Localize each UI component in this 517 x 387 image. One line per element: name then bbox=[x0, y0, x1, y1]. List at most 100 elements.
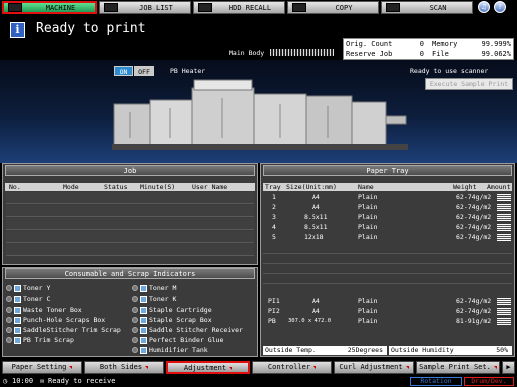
receiver-icon bbox=[140, 326, 147, 334]
consumable-saddlestitcher-trim-scrap[interactable]: SaddleStitcher Trim Scrap bbox=[6, 326, 121, 335]
tab-hdd-recall[interactable]: HDD RECALL bbox=[193, 1, 285, 14]
clock-icon: ◷ bbox=[3, 377, 8, 385]
orig-count-value: 0 bbox=[402, 39, 426, 49]
adjustment-button[interactable]: Adjustment bbox=[166, 361, 250, 374]
job-col-mode: Mode bbox=[63, 183, 79, 191]
consumable-punch-hole-scraps[interactable]: Punch-Hole Scraps Box bbox=[6, 316, 105, 325]
help-button[interactable]: ? bbox=[494, 1, 506, 13]
consumables-title: Consumable and Scrap Indicators bbox=[5, 268, 255, 279]
dropdown-arrow-icon bbox=[145, 365, 149, 369]
status-dot-icon bbox=[6, 296, 12, 302]
tray-empty-area bbox=[263, 244, 512, 293]
sample-print-set-button[interactable]: Sample Print Set. bbox=[416, 361, 500, 374]
memory-value: 99.999% bbox=[474, 39, 513, 49]
controller-button[interactable]: Controller bbox=[252, 361, 332, 374]
paper-setting-button[interactable]: Paper Setting bbox=[2, 361, 82, 374]
outside-temp-box: Outside Temp. 25Degrees bbox=[263, 346, 387, 355]
status-time: 10:00 bbox=[12, 377, 34, 385]
job-row[interactable] bbox=[6, 218, 254, 230]
staple-icon bbox=[140, 306, 147, 314]
tray-col-size: Size(Unit:mm) bbox=[286, 183, 337, 191]
machine-scanner bbox=[193, 79, 253, 91]
toner-icon bbox=[14, 284, 21, 292]
execute-sample-print-button[interactable]: Execute Sample Print bbox=[425, 78, 513, 90]
machine-base bbox=[112, 144, 408, 150]
list-icon bbox=[104, 3, 118, 12]
file-amount-value: 99.062% bbox=[474, 49, 513, 59]
curl-adjustment-button[interactable]: Curl Adjustment bbox=[334, 361, 414, 374]
consumable-staple-scrap-box[interactable]: Staple Scrap Box bbox=[132, 316, 212, 325]
consumable-humidifier-tank[interactable]: Humidifier Tank bbox=[132, 346, 208, 355]
job-row[interactable] bbox=[6, 244, 254, 256]
job-row[interactable] bbox=[6, 192, 254, 204]
consumable-waste-toner-box[interactable]: Waste Toner Box bbox=[6, 306, 82, 315]
toner-icon bbox=[14, 295, 21, 303]
punch-icon bbox=[14, 316, 21, 324]
glue-icon bbox=[140, 336, 147, 344]
scan-icon bbox=[386, 3, 400, 12]
machine-unit-5 bbox=[305, 95, 353, 147]
tray-row-pi2[interactable]: PI2 A4 Plain 62-74g/m2 bbox=[264, 307, 513, 316]
status-dot-icon bbox=[6, 317, 12, 323]
consumable-toner-c[interactable]: Toner C bbox=[6, 295, 50, 304]
pb-heater-on-button[interactable]: ON bbox=[114, 66, 133, 76]
main-body-gauge bbox=[270, 49, 334, 56]
scanner-status: Ready to use scanner bbox=[410, 67, 489, 75]
consumable-saddle-stitcher-receiver[interactable]: Saddle Stitcher Receiver bbox=[132, 326, 243, 335]
consumable-toner-y[interactable]: Toner Y bbox=[6, 284, 50, 293]
tray-row-3[interactable]: 3 8.5x11 Plain 62-74g/m2 bbox=[264, 213, 513, 222]
tray-row-1[interactable]: 1 A4 Plain 62-74g/m2 bbox=[264, 193, 513, 202]
tray-row-4[interactable]: 4 8.5x11 Plain 62-74g/m2 bbox=[264, 223, 513, 232]
pb-heater-off-button[interactable]: OFF bbox=[134, 66, 154, 76]
rotation-indicator: Rotation bbox=[410, 377, 462, 386]
dropdown-arrow-icon bbox=[405, 365, 409, 369]
paper-amount-gauge bbox=[497, 204, 511, 211]
speaker-icon[interactable]: ♫ bbox=[478, 1, 490, 13]
status-dot-icon bbox=[6, 337, 12, 343]
job-col-user: User Name bbox=[192, 183, 228, 191]
staple-icon bbox=[140, 316, 147, 324]
toner-icon bbox=[140, 284, 147, 292]
tab-job-list[interactable]: JOB LIST bbox=[99, 1, 191, 14]
next-page-button[interactable]: ▶ bbox=[502, 361, 515, 374]
status-dot-icon bbox=[132, 307, 138, 313]
main-body-label: Main Body bbox=[229, 49, 265, 57]
machine-unit-3 bbox=[191, 87, 255, 147]
file-amount-label: File Amount bbox=[430, 49, 474, 68]
consumable-perfect-binder-glue[interactable]: Perfect Binder Glue bbox=[132, 336, 223, 345]
consumable-toner-k[interactable]: Toner K bbox=[132, 295, 176, 304]
status-dot-icon bbox=[132, 337, 138, 343]
tray-row-pi1[interactable]: PI1 A4 Plain 62-74g/m2 bbox=[264, 297, 513, 306]
dropdown-arrow-icon bbox=[69, 365, 73, 369]
tray-row-5[interactable]: 5 12x18 Plain 62-74g/m2 bbox=[264, 233, 513, 242]
tab-scan[interactable]: SCAN bbox=[381, 1, 473, 14]
tab-copy[interactable]: COPY bbox=[287, 1, 379, 14]
machine-illustration[interactable] bbox=[110, 78, 416, 154]
tray-col-name: Name bbox=[358, 183, 374, 191]
job-panel-title: Job bbox=[5, 165, 255, 176]
machine-unit-6 bbox=[351, 101, 387, 147]
reserve-job-value: 0 bbox=[402, 49, 426, 59]
tray-col-tray: Tray bbox=[265, 183, 281, 191]
paper-amount-gauge bbox=[497, 234, 511, 241]
paper-amount-gauge bbox=[497, 298, 511, 305]
status-text: Ready to receive bbox=[48, 377, 116, 385]
dropdown-arrow-icon bbox=[493, 365, 497, 369]
job-row[interactable] bbox=[6, 205, 254, 217]
tray-row-pb[interactable]: PB 307.0 x 472.0 Plain 81-91g/m2 bbox=[264, 317, 513, 326]
paper-amount-gauge bbox=[497, 214, 511, 221]
tray-col-weight: Weight bbox=[453, 183, 477, 191]
both-sides-button[interactable]: Both Sides bbox=[84, 361, 164, 374]
machine-tray-out bbox=[385, 115, 407, 125]
tab-machine[interactable]: MACHINE bbox=[2, 1, 97, 14]
consumable-toner-m[interactable]: Toner M bbox=[132, 284, 176, 293]
tank-icon bbox=[140, 346, 147, 354]
paper-amount-gauge bbox=[497, 194, 511, 201]
status-dot-icon bbox=[132, 296, 138, 302]
consumable-pb-trim-scrap[interactable]: PB Trim Scrap bbox=[6, 336, 74, 345]
tray-row-2[interactable]: 2 A4 Plain 62-74g/m2 bbox=[264, 203, 513, 212]
job-row[interactable] bbox=[6, 231, 254, 243]
status-dot-icon bbox=[132, 285, 138, 291]
tray-col-amount: Amount bbox=[487, 183, 511, 191]
consumable-staple-cartridge[interactable]: Staple Cartridge bbox=[132, 306, 212, 315]
